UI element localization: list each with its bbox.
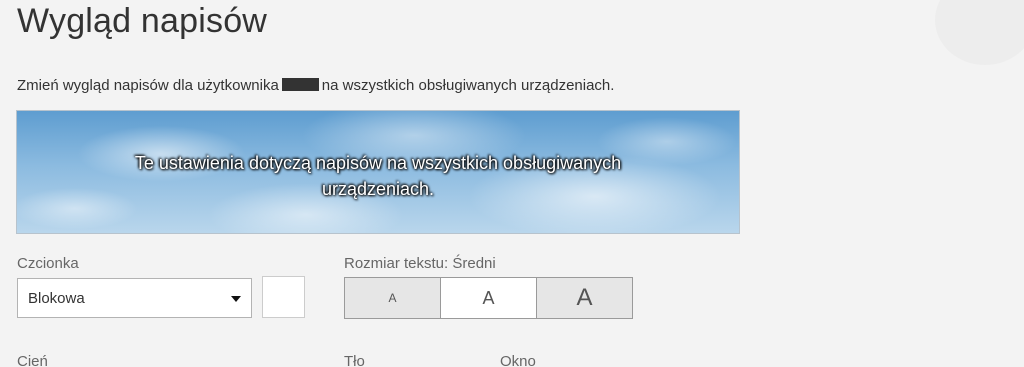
text-size-selector: A A A — [344, 277, 633, 319]
font-select-value: Blokowa — [28, 290, 85, 307]
preview-caption: Te ustawienia dotyczą napisów na wszystk… — [17, 150, 739, 202]
text-size-large-button[interactable]: A — [536, 278, 632, 318]
profile-avatar-corner — [935, 0, 1024, 65]
text-size-small-button[interactable]: A — [345, 278, 440, 318]
caret-down-icon — [231, 296, 241, 302]
background-label: Tło — [344, 353, 365, 367]
page-description: Zmień wygląd napisów dla użytkownika na w… — [17, 77, 614, 94]
font-label: Czcionka — [17, 255, 79, 272]
text-size-medium-button[interactable]: A — [440, 278, 536, 318]
page-title: Wygląd napisów — [17, 2, 268, 40]
window-label: Okno — [500, 353, 536, 367]
subtitle-preview: Te ustawienia dotyczą napisów na wszystk… — [16, 110, 740, 234]
text-size-label: Rozmiar tekstu: Średni — [344, 255, 496, 272]
description-text-end: na wszystkich obsługiwanych urządzeniach… — [321, 77, 615, 94]
description-text-start: Zmień wygląd napisów dla użytkownika — [17, 77, 279, 94]
redacted-username — [281, 78, 319, 91]
font-color-swatch[interactable] — [262, 276, 305, 318]
preview-caption-line-1: Te ustawienia dotyczą napisów na wszystk… — [134, 153, 622, 173]
font-select[interactable]: Blokowa — [17, 278, 252, 318]
preview-caption-line-2: urządzeniach. — [321, 179, 435, 199]
shadow-label: Cień — [17, 353, 48, 367]
